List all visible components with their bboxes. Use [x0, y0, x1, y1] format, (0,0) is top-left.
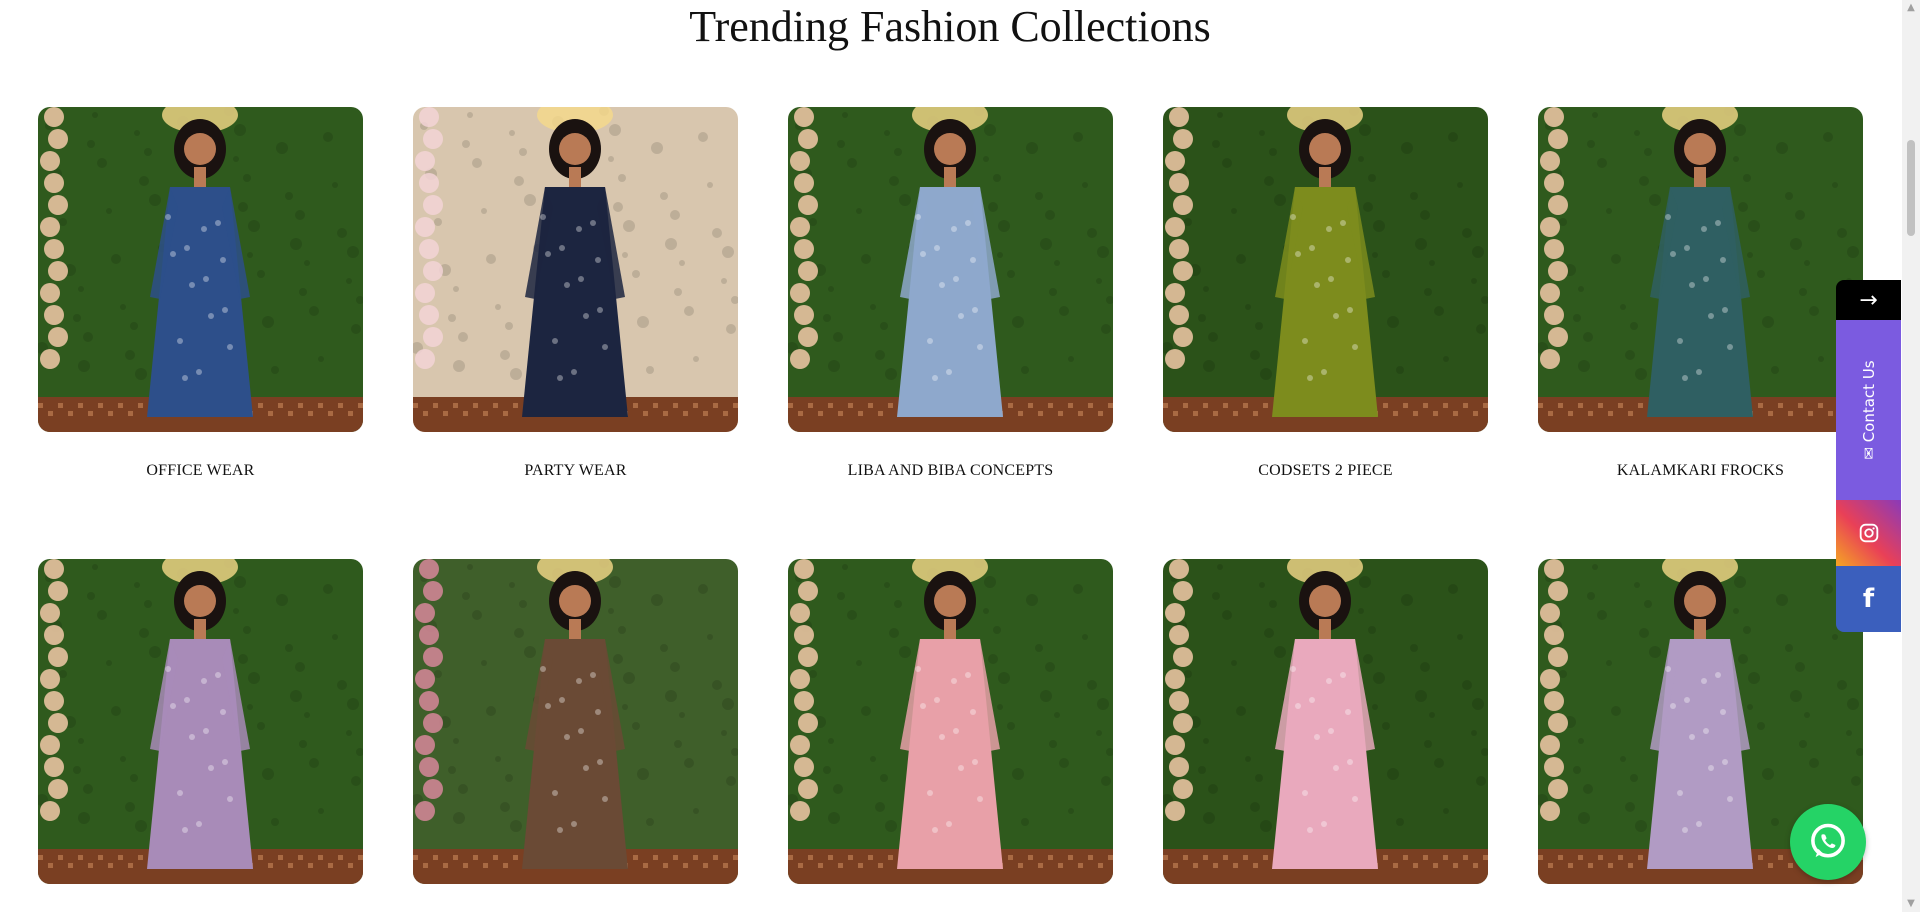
- collection-image[interactable]: [788, 107, 1113, 432]
- collection-image[interactable]: [38, 107, 363, 432]
- collection-image[interactable]: [788, 559, 1113, 884]
- collection-grid: OFFICE WEAR PARTY WEAR LIBA AND BIBA CON…: [0, 0, 1900, 912]
- social-side-widget: → ✉ Contact Us f: [1836, 280, 1901, 632]
- collection-image[interactable]: [413, 107, 738, 432]
- collection-card-party-wear[interactable]: PARTY WEAR: [413, 107, 738, 480]
- collapse-arrow-button[interactable]: →: [1836, 280, 1901, 320]
- collection-label[interactable]: CODSETS 2 PIECE: [1163, 462, 1488, 480]
- scroll-down-arrow-icon[interactable]: ▼: [1902, 896, 1920, 912]
- scroll-thumb[interactable]: [1907, 140, 1915, 236]
- contact-us-button[interactable]: ✉ Contact Us: [1836, 320, 1901, 500]
- contact-us-label: ✉ Contact Us: [1859, 360, 1878, 460]
- collection-image[interactable]: [1538, 107, 1863, 432]
- collection-image[interactable]: [38, 559, 363, 884]
- collection-label[interactable]: KALAMKARI FROCKS: [1538, 462, 1863, 480]
- collection-label[interactable]: OFFICE WEAR: [38, 462, 363, 480]
- collection-image[interactable]: [1163, 559, 1488, 884]
- collection-card[interactable]: [38, 559, 363, 884]
- facebook-icon: f: [1862, 584, 1875, 614]
- collection-card-codsets[interactable]: CODSETS 2 PIECE: [1163, 107, 1488, 480]
- collection-card-liba-and-biba[interactable]: LIBA AND BIBA CONCEPTS: [788, 107, 1113, 480]
- collection-card-kalamkari[interactable]: KALAMKARI FROCKS: [1538, 107, 1863, 480]
- facebook-button[interactable]: f: [1836, 566, 1901, 632]
- collection-label[interactable]: LIBA AND BIBA CONCEPTS: [788, 462, 1113, 480]
- instagram-button[interactable]: [1836, 500, 1901, 566]
- collection-card[interactable]: [1163, 559, 1488, 884]
- collection-label[interactable]: PARTY WEAR: [413, 462, 738, 480]
- collection-card[interactable]: [413, 559, 738, 884]
- collection-image[interactable]: [413, 559, 738, 884]
- page-scrollbar[interactable]: ▲ ▼: [1902, 0, 1920, 912]
- collection-card-office-wear[interactable]: OFFICE WEAR: [38, 107, 363, 480]
- whatsapp-chat-button[interactable]: [1790, 804, 1866, 880]
- collection-card[interactable]: [788, 559, 1113, 884]
- instagram-icon: [1859, 523, 1878, 543]
- collection-image[interactable]: [1163, 107, 1488, 432]
- arrow-right-icon: →: [1859, 287, 1878, 313]
- scroll-up-arrow-icon[interactable]: ▲: [1902, 0, 1920, 16]
- whatsapp-icon: [1811, 823, 1845, 858]
